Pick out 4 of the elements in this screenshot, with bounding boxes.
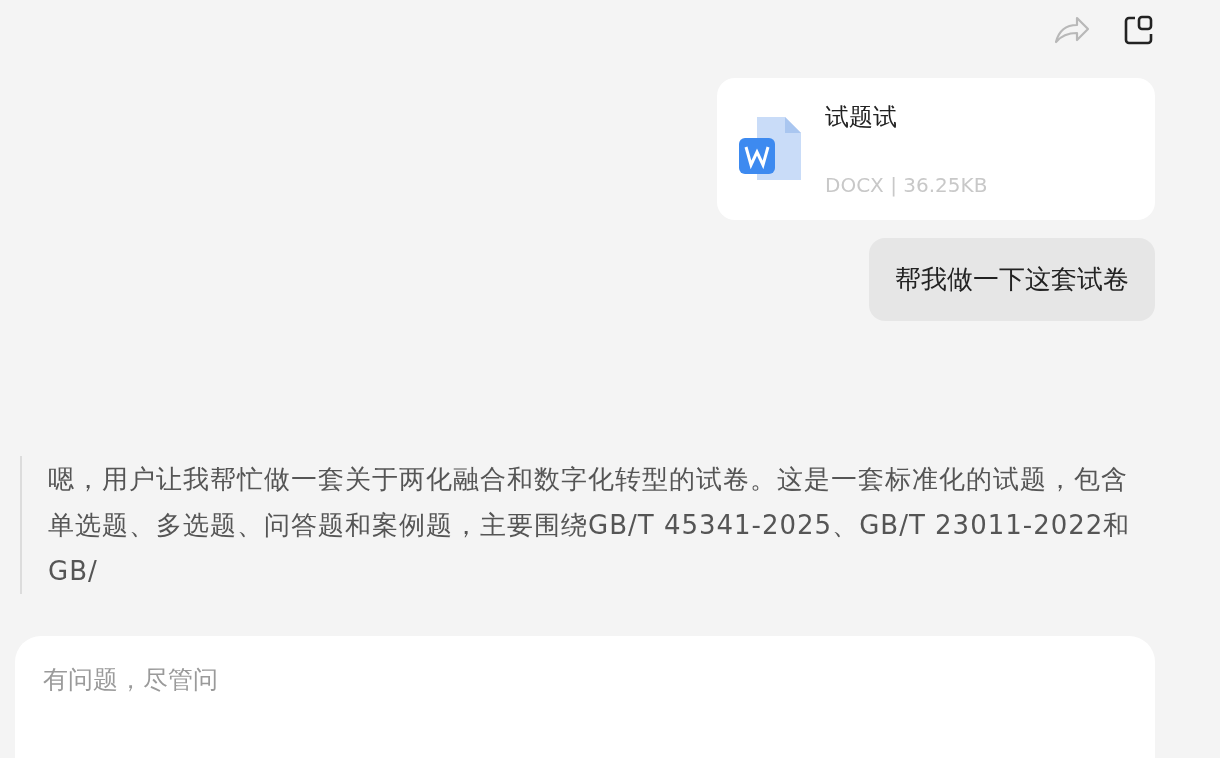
user-message: 帮我做一下这套试卷 (869, 238, 1155, 321)
file-name: 试题试 (825, 102, 898, 133)
copy-icon[interactable] (1123, 14, 1155, 46)
thinking-text: 嗯，用户让我帮忙做一套关于两化融合和数字化转型的试卷。这是一套标准化的试题，包含单选题、多选题、问答题和案例题，主要围绕GB/T 45341-2025、GB/T 23011-2022和GB/ (48, 463, 1132, 588)
